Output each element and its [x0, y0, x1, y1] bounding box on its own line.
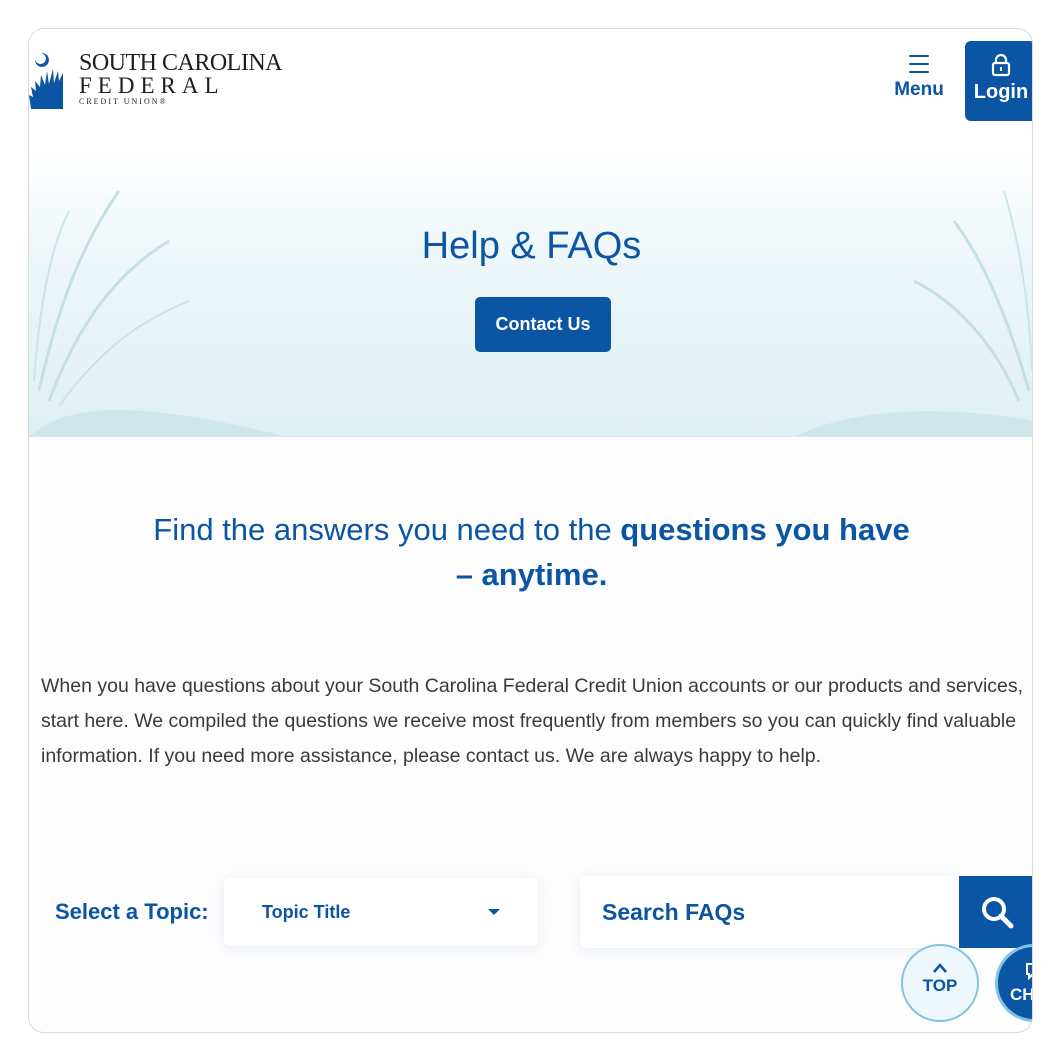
intro-paragraph: When you have questions about your South…	[41, 675, 1024, 767]
hamburger-icon	[909, 55, 929, 73]
search-icon	[981, 897, 1013, 929]
palmetto-logo-icon	[29, 52, 63, 109]
topic-label: Select a Topic:	[55, 899, 209, 924]
contact-us-button[interactable]: Contact Us	[475, 297, 611, 352]
login-button[interactable]: Login	[965, 41, 1032, 121]
back-to-top-button[interactable]: TOP	[901, 944, 979, 1022]
chat-bubble-icon	[1026, 963, 1032, 981]
page-title: Help & FAQs	[421, 225, 642, 267]
top-label: TOP	[922, 976, 958, 995]
topic-selected-value: Topic Title	[262, 902, 351, 922]
site-header: SOUTH CAROLINA FEDERAL CREDIT UNION® Men…	[29, 29, 1032, 151]
chat-button[interactable]: CH	[995, 944, 1033, 1022]
brand-line-2: FEDERAL	[79, 73, 225, 98]
headline-plain: Find the answers you need to the	[153, 512, 621, 547]
faq-search-box	[580, 876, 960, 948]
grass-decoration-right-icon	[796, 190, 1032, 436]
grass-decoration-left-icon	[30, 190, 285, 436]
login-label: Login	[973, 81, 1029, 103]
chevron-up-icon	[933, 963, 947, 973]
topic-dropdown[interactable]: Topic Title	[224, 878, 538, 946]
brand-line-3: CREDIT UNION®	[79, 97, 168, 106]
search-button[interactable]	[959, 876, 1032, 948]
page-frame: SOUTH CAROLINA FEDERAL CREDIT UNION® Men…	[28, 28, 1033, 1033]
brand-line-1: SOUTH CAROLINA	[79, 50, 283, 76]
section-headline: Find the answers you need to the questio…	[149, 507, 914, 597]
chat-label: CH	[1010, 985, 1033, 1004]
caret-down-icon	[488, 909, 500, 915]
menu-button[interactable]: Menu	[887, 51, 951, 131]
lock-icon	[991, 53, 1011, 77]
menu-label: Menu	[894, 79, 944, 100]
brand-wordmark[interactable]: SOUTH CAROLINA FEDERAL CREDIT UNION®	[79, 50, 283, 107]
hero-banner: Help & FAQs Contact Us	[29, 151, 1032, 437]
faq-search-input[interactable]	[580, 876, 960, 948]
